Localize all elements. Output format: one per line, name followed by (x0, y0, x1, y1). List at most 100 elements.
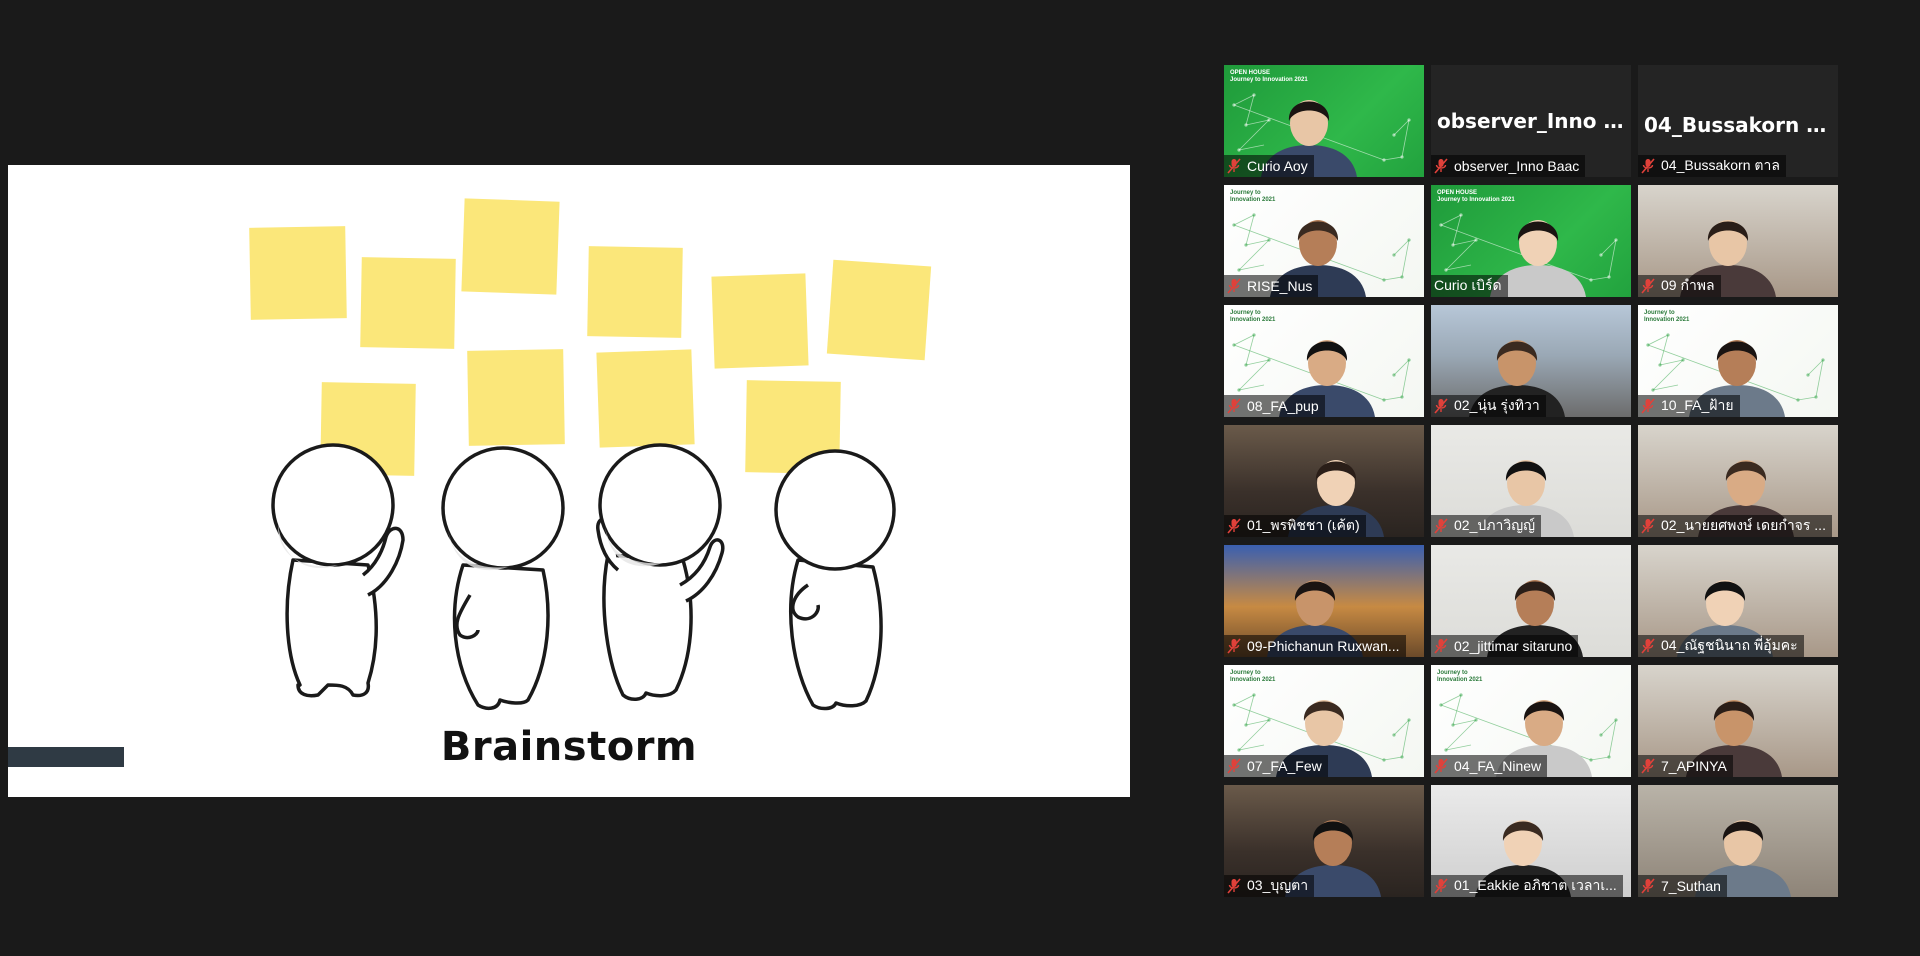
participant-name-label: Curio เบิร์ด (1431, 275, 1508, 297)
participant-name: 7_Suthan (1661, 878, 1721, 894)
participant-tile[interactable]: Journey to Innovation 2021 04_FA_Ninew (1431, 665, 1631, 777)
muted-mic-icon (1227, 158, 1241, 174)
participant-tile[interactable]: 04_Bussakorn ตาล 04_Bussakorn ตาล (1638, 65, 1838, 177)
participant-tile[interactable]: 7_APINYA (1638, 665, 1838, 777)
figure-1 (271, 443, 405, 698)
participant-name-label: Curio Aoy (1224, 155, 1314, 177)
participant-name-large: 04_Bussakorn ตาล (1644, 113, 1838, 137)
participant-name-label: observer_Inno Baac (1431, 155, 1586, 177)
muted-mic-icon (1227, 638, 1241, 654)
participant-tile[interactable]: Journey to Innovation 2021 07_FA_Few (1224, 665, 1424, 777)
participant-name: observer_Inno Baac (1454, 158, 1580, 174)
muted-mic-icon (1641, 638, 1655, 654)
participant-tile[interactable]: 02_นุ่น รุ่งทิวา (1431, 305, 1631, 417)
participant-name-label: 01_Eakkie อภิชาต เวลาเ... (1431, 875, 1623, 897)
muted-mic-icon (1641, 518, 1655, 534)
meeting-window: Brainstorm OPEN HOUSE Journey to Innovati… (0, 0, 1920, 956)
participant-tile[interactable]: 03_บุญตา (1224, 785, 1424, 897)
participant-name: 02_นายยศพงษ์ เดยกำจร ... (1661, 517, 1826, 533)
participant-name: 01_Eakkie อภิชาต เวลาเ... (1454, 877, 1617, 893)
participant-name: 7_APINYA (1661, 758, 1727, 774)
participant-tile[interactable]: OPEN HOUSE Journey to Innovation 2021 Curi… (1431, 185, 1631, 297)
participant-name: 02_นุ่น รุ่งทิวา (1454, 397, 1540, 413)
participant-name: 09 กำพล (1661, 277, 1715, 293)
sticky-note (826, 259, 932, 361)
participant-name: 02_jittimar sitaruno (1454, 638, 1573, 654)
participant-tile[interactable]: OPEN HOUSE Journey to Innovation 2021 Cur… (1224, 65, 1424, 177)
participant-tile[interactable]: Journey to Innovation 2021 08_FA_pup (1224, 305, 1424, 417)
sticky-note (711, 273, 809, 369)
muted-mic-icon (1434, 158, 1448, 174)
participant-name-label: 02_นายยศพงษ์ เดยกำจร ... (1638, 515, 1832, 537)
participant-name: 02_ปภาวิญญ์ (1454, 517, 1536, 533)
muted-mic-icon (1227, 518, 1241, 534)
sticky-note (467, 349, 565, 446)
participant-name-label: 07_FA_Few (1224, 755, 1328, 777)
participant-name: 10_FA_ฝ้าย (1661, 397, 1734, 413)
participant-tile[interactable]: 02_นายยศพงษ์ เดยกำจร ... (1638, 425, 1838, 537)
shared-screen: Brainstorm (8, 165, 1130, 797)
muted-mic-icon (1641, 758, 1655, 774)
participant-name: 09-Phichanun Ruxwan... (1247, 638, 1400, 654)
participant-tile[interactable]: Journey to Innovation 2021 RISE_Nus (1224, 185, 1424, 297)
figure-3 (596, 443, 725, 701)
participant-tile[interactable]: 02_ปภาวิญญ์ (1431, 425, 1631, 537)
muted-mic-icon (1434, 758, 1448, 774)
sticky-note (587, 246, 683, 338)
muted-mic-icon (1434, 518, 1448, 534)
muted-mic-icon (1641, 278, 1655, 294)
figure-4 (774, 449, 896, 711)
participant-tile[interactable]: 01_Eakkie อภิชาต เวลาเ... (1431, 785, 1631, 897)
participant-name: RISE_Nus (1247, 278, 1313, 294)
participant-name: 04_ณัฐชนินาถ พี่อุ้มคะ (1661, 637, 1798, 653)
muted-mic-icon (1641, 878, 1655, 894)
participant-name-label: 04_ณัฐชนินาถ พี่อุ้มคะ (1638, 635, 1804, 657)
participant-name: Curio Aoy (1247, 158, 1308, 174)
participant-name: 04_Bussakorn ตาล (1661, 157, 1780, 173)
participant-name-label: 10_FA_ฝ้าย (1638, 395, 1740, 417)
participant-tile[interactable]: 02_jittimar sitaruno (1431, 545, 1631, 657)
sticky-note (596, 349, 695, 448)
muted-mic-icon (1227, 878, 1241, 894)
participant-tile[interactable]: Journey to Innovation 2021 10_FA_ฝ้าย (1638, 305, 1838, 417)
brainstorm-illustration (249, 198, 932, 711)
muted-mic-icon (1434, 878, 1448, 894)
participant-name: 03_บุญตา (1247, 877, 1309, 893)
muted-mic-icon (1641, 398, 1655, 414)
participant-name: 08_FA_pup (1247, 398, 1319, 414)
participant-name-label: 04_Bussakorn ตาล (1638, 155, 1786, 177)
muted-mic-icon (1227, 278, 1241, 294)
participant-tile[interactable]: 09-Phichanun Ruxwan... (1224, 545, 1424, 657)
participant-name-label: 03_บุญตา (1224, 875, 1315, 897)
participant-tile[interactable]: 7_Suthan (1638, 785, 1838, 897)
participant-name-label: RISE_Nus (1224, 275, 1319, 297)
sticky-note (360, 257, 456, 349)
muted-mic-icon (1434, 638, 1448, 654)
sticky-note (461, 198, 560, 295)
participant-tile[interactable]: 09 กำพล (1638, 185, 1838, 297)
muted-mic-icon (1227, 398, 1241, 414)
participant-name-label: 04_FA_Ninew (1431, 755, 1548, 777)
slide-title: Brainstorm (440, 724, 698, 770)
figure-2 (441, 446, 565, 711)
muted-mic-icon (1227, 758, 1241, 774)
participant-name-label: 09 กำพล (1638, 275, 1721, 297)
participant-name-label: 02_นุ่น รุ่งทิวา (1431, 395, 1546, 417)
participant-name-label: 09-Phichanun Ruxwan... (1224, 635, 1406, 657)
muted-mic-icon (1641, 158, 1655, 174)
participant-tile[interactable]: observer_Inno B... observer_Inno Baac (1431, 65, 1631, 177)
participant-tile[interactable]: 01_พรพิชชา (เค้ต) (1224, 425, 1424, 537)
participant-name: Curio เบิร์ด (1434, 277, 1502, 293)
participant-name-label: 02_ปภาวิญญ์ (1431, 515, 1542, 537)
participant-name-label: 08_FA_pup (1224, 395, 1325, 417)
participant-gallery: OPEN HOUSE Journey to Innovation 2021 Cur… (1224, 65, 1838, 897)
sticky-note (249, 226, 347, 320)
participant-tile[interactable]: 04_ณัฐชนินาถ พี่อุ้มคะ (1638, 545, 1838, 657)
participant-name-label: 02_jittimar sitaruno (1431, 635, 1579, 657)
participant-name-label: 7_Suthan (1638, 875, 1727, 897)
muted-mic-icon (1434, 398, 1448, 414)
participant-name: 07_FA_Few (1247, 758, 1322, 774)
participant-name-large: observer_Inno B... (1437, 109, 1631, 133)
participant-name: 01_พรพิชชา (เค้ต) (1247, 517, 1360, 533)
participant-name: 04_FA_Ninew (1454, 758, 1542, 774)
